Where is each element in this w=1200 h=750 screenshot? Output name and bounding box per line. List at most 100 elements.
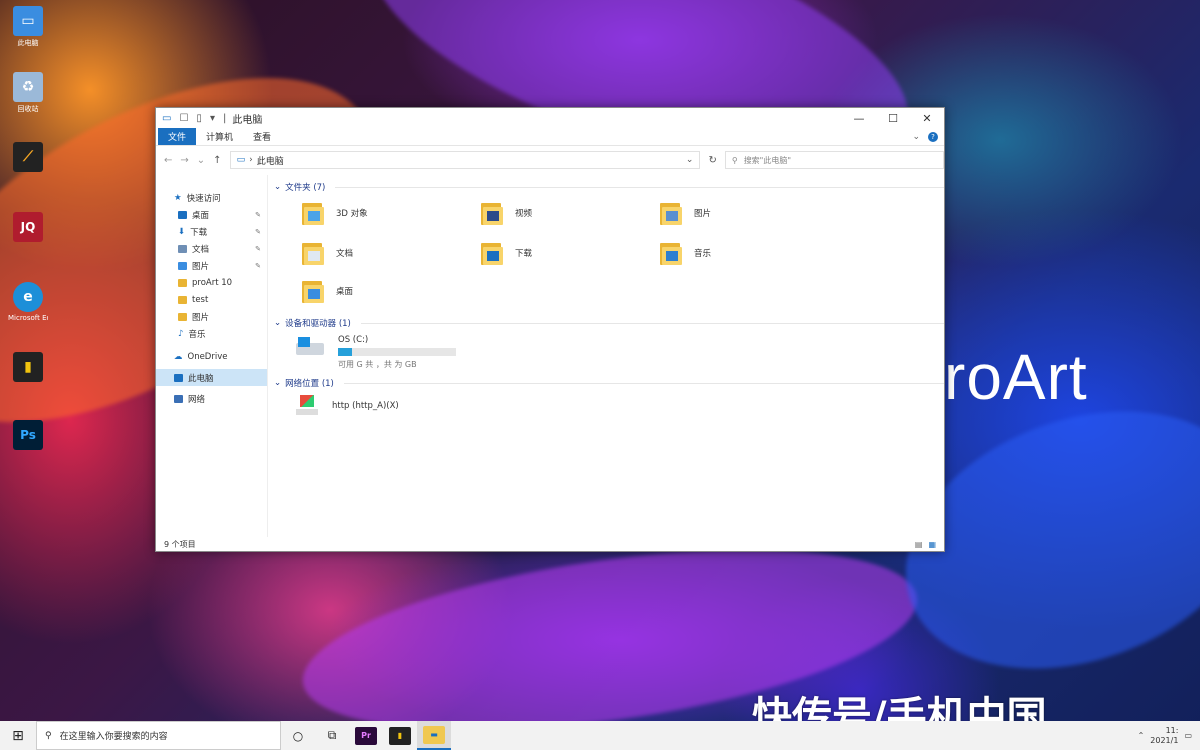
monitor-icon [174,373,183,382]
folder-icon [178,278,187,287]
nav-network[interactable]: 网络 [156,390,267,407]
task-view-button[interactable]: ⧉ [315,721,349,750]
clock[interactable]: 11: 2021/1 [1150,726,1178,746]
folder-item-music[interactable]: 音乐 [660,241,711,265]
tab-computer[interactable]: 计算机 [196,128,243,145]
nav-item-downloads[interactable]: ⬇ 下载 ✎ [156,223,267,240]
nav-label: 文档 [192,244,210,255]
nav-label: 此电脑 [188,373,214,384]
file-explorer-window: ▭ ☐ ▯ ▾ | 此电脑 — ☐ ✕ 文件 计算机 查看 ⌄ ? ← → ⌄ … [155,107,945,552]
nav-label: 音乐 [188,329,206,340]
drive-detail: 可用 G 共 ，共 为 GB [338,360,417,369]
ribbon-tabs: 文件 计算机 查看 ⌄ ? [156,128,944,146]
taskbar-app-notes[interactable]: ▮ [383,721,417,750]
desktop-icon-label: 此电脑 [17,39,39,47]
monitor-icon: ▭ [13,6,43,36]
folder-item-3d-objects[interactable]: 3D 对象 [302,201,368,225]
taskbar-app-premiere[interactable]: Pr [349,721,383,750]
desktop-icon-photoshop[interactable]: Ps [8,420,48,450]
expand-ribbon-icon[interactable]: ⌄ [912,132,920,142]
back-button[interactable]: ← [164,155,172,166]
up-button[interactable]: ↑ [213,155,221,166]
folder-item-pictures[interactable]: 图片 [660,201,711,225]
premiere-icon: Pr [355,726,377,745]
notification-icon[interactable]: ▭ [1184,731,1192,740]
file-shortcut-icon: ▮ [13,352,43,382]
nav-item-folder[interactable]: proArt 10 [156,274,267,291]
document-icon [178,244,187,253]
close-button[interactable]: ✕ [910,112,944,125]
photoshop-icon: Ps [13,420,43,450]
desktop-icon-this-pc[interactable]: ▭ 此电脑 [8,6,48,48]
refresh-button[interactable]: ↻ [708,155,716,166]
cortana-button[interactable]: ○ [281,721,315,750]
folder-item-desktop[interactable]: 桌面 [302,279,353,303]
tab-file[interactable]: 文件 [158,128,197,145]
drive-label: OS (C:) [338,335,369,345]
content-pane: ⌄ 文件夹 (7) 3D 对象 视频 图片 文档 下载 音乐 桌面 ⌄ 设备和驱… [268,175,944,537]
desktop-icon-edge[interactable]: e Microsoft Edge [8,282,48,322]
tab-view[interactable]: 查看 [243,128,281,145]
nav-label: OneDrive [187,351,228,362]
desktop-icon-jq[interactable]: JQ [8,212,48,242]
nav-item-documents[interactable]: 文档 ✎ [156,240,267,257]
forward-button[interactable]: → [180,155,188,166]
music-icon: ♪ [178,328,184,339]
start-button[interactable]: ⊞ [0,728,36,744]
folder-label: 视频 [515,209,533,219]
new-folder-icon[interactable]: ▯ [196,113,202,124]
recent-locations-icon[interactable]: ⌄ [197,155,205,166]
taskbar-search-box[interactable]: ⚲ 在这里输入你要搜索的内容 [36,721,281,750]
windows-icon: ⊞ [12,727,24,744]
desktop-icon-label: 回收站 [17,105,39,113]
group-header-folders[interactable]: ⌄ 文件夹 (7) [274,181,944,193]
nav-item-pictures[interactable]: 图片 ✎ [156,257,267,274]
network-location-item[interactable]: http (http_A)(X) [296,395,399,417]
drive-item-c[interactable]: OS (C:) 可用 G 共 ，共 为 GB [296,335,456,370]
folder-item-documents[interactable]: 文档 [302,241,353,265]
customize-toolbar-icon[interactable]: ▾ [210,113,215,124]
group-header-network[interactable]: ⌄ 网络位置 (1) [274,377,944,389]
search-icon: ⚲ [45,730,52,741]
nav-onedrive[interactable]: ☁ OneDrive [156,348,267,365]
search-placeholder: 搜索"此电脑" [743,155,792,165]
edge-icon: e [13,282,43,312]
folder-item-downloads[interactable]: 下载 [481,241,532,265]
taskbar-app-file-explorer[interactable]: ▬ [417,721,451,750]
nav-item-music[interactable]: ♪ 音乐 [156,325,267,342]
nav-label: proArt 10 [192,277,233,288]
chevron-down-icon[interactable]: ⌄ [686,155,694,165]
help-icon[interactable]: ? [928,131,938,142]
nav-item-desktop[interactable]: 桌面 ✎ [156,206,267,223]
folder-label: 3D 对象 [336,209,368,219]
explorer-body: ★ 快速访问 桌面 ✎ ⬇ 下载 ✎ 文档 ✎ 图片 ✎ proArt 10 t… [156,175,944,537]
maximize-button[interactable]: ☐ [876,112,910,125]
details-view-icon[interactable]: ▤ [915,540,923,549]
group-header-drives[interactable]: ⌄ 设备和驱动器 (1) [274,317,944,329]
properties-icon[interactable]: ☐ [179,113,188,124]
title-bar: ▭ ☐ ▯ ▾ | 此电脑 — ☐ ✕ [156,108,944,128]
search-box[interactable]: ⚲ 搜索"此电脑" [724,151,944,169]
search-icon: ⚲ [731,155,738,165]
desktop-icon-recycle-bin[interactable]: ♻ 回收站 [8,72,48,114]
nav-item-folder[interactable]: test [156,291,267,308]
large-icons-view-icon[interactable]: ▦ [928,540,936,549]
pin-icon: ✎ [255,227,261,236]
address-bar[interactable]: ▭ › 此电脑 ⌄ [229,151,701,169]
folder-item-videos[interactable]: 视频 [481,201,532,225]
nav-label: 图片 [192,312,210,323]
item-count: 9 个项目 [164,539,196,549]
nav-quick-access[interactable]: ★ 快速访问 [156,189,267,206]
desktop-icon-app[interactable]: ⟋ [8,142,48,172]
nav-this-pc[interactable]: 此电脑 [156,369,267,386]
navigation-bar: ← → ⌄ ↑ ▭ › 此电脑 ⌄ ↻ ⚲ 搜索"此电脑" [156,146,944,174]
taskbar: ⊞ ⚲ 在这里输入你要搜索的内容 ○ ⧉ Pr ▮ ▬ ⌃ 11: 2021/1… [0,721,1200,750]
minimize-button[interactable]: — [842,112,876,125]
desktop-icon-file[interactable]: ▮ [8,352,48,382]
folder-desktop-icon [302,279,324,303]
chevron-down-icon: ⌄ [274,378,282,388]
system-tray: ⌃ 11: 2021/1 ▭ [1138,721,1192,750]
clock-date: 2021/1 [1150,735,1179,745]
nav-item-folder[interactable]: 图片 [156,308,267,325]
chevron-up-icon[interactable]: ⌃ [1138,731,1145,740]
